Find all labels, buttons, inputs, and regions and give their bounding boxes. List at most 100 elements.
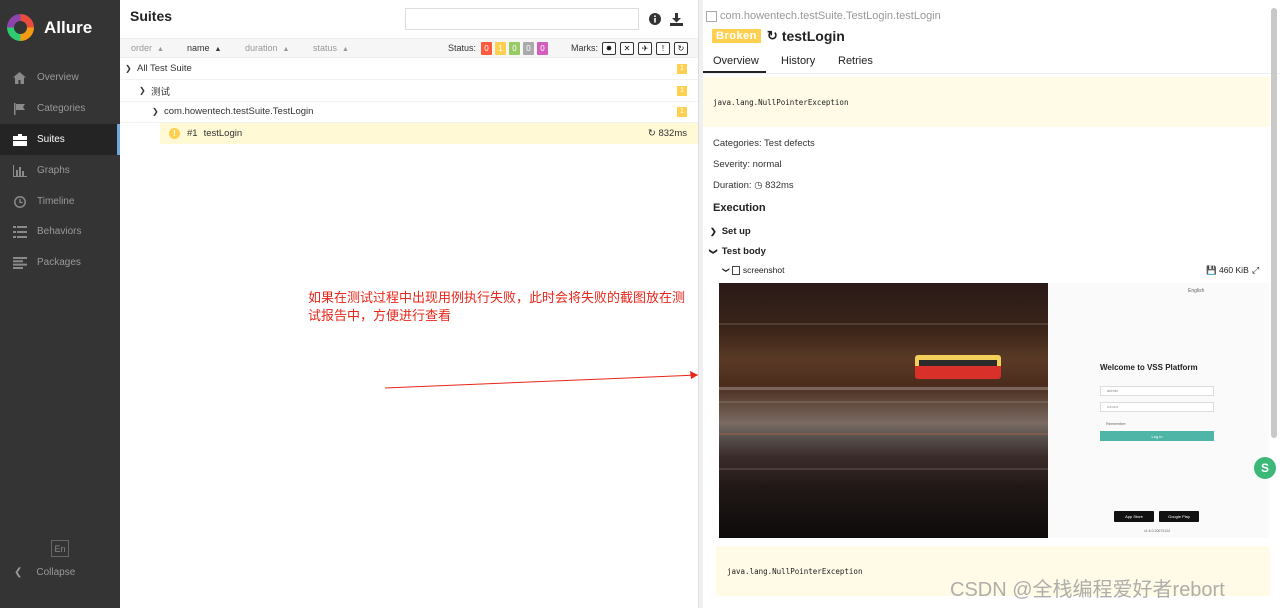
bus-image (915, 355, 1001, 379)
flag-icon (12, 102, 27, 115)
test-title: testLogin (781, 28, 845, 44)
tab-retries[interactable]: Retries (838, 55, 873, 67)
detail-tabs: Overview History Retries (703, 52, 1280, 74)
download-icon[interactable] (669, 12, 683, 26)
chevron-down-icon: ❯ (125, 64, 132, 73)
marks-filter-label: Marks: (571, 43, 598, 53)
chevron-down-icon: ❯ (139, 86, 146, 95)
broken-count-badge: 1 (677, 106, 687, 117)
new-passed-mark-icon[interactable]: ! (656, 42, 670, 55)
sort-duration[interactable]: duration ▲ (245, 43, 289, 53)
sidebar-item-categories[interactable]: Categories (0, 93, 120, 124)
status-unknown-toggle[interactable]: 0 (537, 42, 548, 55)
sidebar-item-label: Timeline (37, 196, 75, 207)
status-skipped-toggle[interactable]: 0 (523, 42, 534, 55)
sidebar-item-label: Overview (37, 72, 79, 83)
broken-count-badge: 1 (677, 63, 687, 74)
sort-icon: ▲ (342, 46, 349, 53)
image-file-icon (731, 265, 740, 275)
chevron-left-icon: ❮ (14, 567, 23, 578)
list-icon (12, 225, 27, 238)
active-tab-indicator (703, 71, 766, 73)
tree-node-label: com.howentech.testSuite.TestLogin (164, 106, 314, 117)
sidebar-item-label: Behaviors (37, 226, 82, 237)
test-case-number: #1 (187, 128, 198, 139)
allure-logo[interactable]: Allure (7, 14, 92, 41)
collapse-button[interactable]: ❮ Collapse (14, 567, 75, 578)
sidebar-item-suites[interactable]: Suites (0, 124, 120, 155)
briefcase-icon (12, 133, 27, 146)
duration-text: Duration: ◷ 832ms (713, 180, 794, 191)
flaky-mark-icon[interactable]: ✸ (602, 42, 616, 55)
retries-mark-icon[interactable]: ↻ (674, 42, 688, 55)
new-broken-mark-icon[interactable]: ✈ (638, 42, 652, 55)
attachment-name: screenshot (742, 265, 785, 275)
collapse-label: Collapse (36, 567, 76, 578)
status-badge: Broken (712, 29, 761, 43)
language-button[interactable]: En (51, 540, 69, 557)
retry-icon: ↻ (647, 128, 656, 139)
sidebar-item-label: Categories (37, 103, 86, 114)
test-case-row[interactable]: ! #1 testLogin ↻ 832ms (160, 123, 698, 144)
annotation-text: 如果在测试过程中出现用例执行失败，此时会将失败的截图放在测试报告中，方便进行查看 (308, 290, 686, 323)
sort-order[interactable]: order ▲︎ (131, 43, 164, 53)
test-case-duration: ↻ 832ms (647, 128, 687, 139)
status-broken-toggle[interactable]: 1 (495, 42, 506, 55)
severity-text: Severity: normal (713, 159, 782, 170)
fullscreen-icon[interactable]: ⤢ (1252, 265, 1259, 276)
sidebar-item-label: Packages (37, 257, 81, 268)
new-failed-mark-icon[interactable]: ✕ (620, 42, 634, 55)
status-failed-toggle[interactable]: 0 (481, 42, 492, 55)
sort-icon: ▲︎ (157, 46, 164, 53)
sidebar-item-label: Suites (37, 134, 65, 145)
sidebar-item-packages[interactable]: Packages (0, 247, 120, 278)
breadcrumb: com.howentech.testSuite.TestLogin.testLo… (706, 10, 941, 22)
screenshot-login-form: English Welcome to VSS Platform admin ••… (1048, 283, 1269, 538)
sidebar-item-behaviors[interactable]: Behaviors (0, 216, 120, 247)
clock-icon (12, 195, 27, 208)
bar-chart-icon (12, 164, 27, 177)
screenshot-background-image (719, 283, 1048, 538)
categories-text: Categories: Test defects (713, 138, 815, 149)
tree-node-label: 测试 (151, 86, 171, 98)
sort-name[interactable]: name ▲ (187, 43, 221, 53)
test-detail-panel: com.howentech.testSuite.TestLogin.testLo… (703, 0, 1280, 608)
tree-node-label: All Test Suite (137, 63, 192, 74)
tree-node-testlogin-class[interactable]: ❯ com.howentech.testSuite.TestLogin 1 (120, 101, 698, 123)
status-passed-toggle[interactable]: 0 (509, 42, 520, 55)
broken-count-badge: 1 (677, 85, 687, 96)
attachment-row[interactable]: ❯ screenshot (722, 265, 785, 275)
attachment-size: 💾 460 KiB (1206, 265, 1249, 275)
setup-section[interactable]: ❯ Set up (710, 226, 751, 237)
chevron-down-icon: ❯ (708, 248, 718, 255)
app-name: Allure (44, 17, 93, 37)
execution-heading: Execution (713, 202, 766, 214)
allure-logo-icon (7, 14, 34, 41)
chevron-down-icon: ❯ (152, 107, 159, 116)
tab-overview[interactable]: Overview (713, 55, 759, 67)
sidebar-item-label: Graphs (37, 165, 70, 176)
sort-icon: ▲ (282, 46, 290, 53)
home-icon (12, 71, 27, 84)
detail-scrollbar[interactable] (1271, 8, 1277, 438)
sort-icon: ▲ (214, 46, 222, 53)
sidebar-item-timeline[interactable]: Timeline (0, 186, 120, 217)
exception-message[interactable]: java.lang.NullPointerException (703, 77, 1270, 127)
sidebar-item-graphs[interactable]: Graphs (0, 155, 120, 186)
tab-history[interactable]: History (781, 55, 815, 67)
test-body-section[interactable]: ❯ Test body (708, 246, 766, 257)
broken-status-icon: ! (169, 128, 180, 139)
sidebar-item-overview[interactable]: Overview (0, 62, 120, 93)
tree-node-test[interactable]: ❯ 测试 1 (120, 80, 698, 102)
clock-icon: ◷ (754, 180, 763, 191)
sort-bar: order ▲︎ name ▲ duration ▲ status ▲ Status: … (120, 38, 698, 58)
copy-icon[interactable] (706, 10, 717, 22)
floating-assistant-icon[interactable]: S (1254, 457, 1276, 479)
search-input[interactable] (405, 8, 639, 30)
screenshot-attachment[interactable]: English Welcome to VSS Platform admin ••… (719, 283, 1269, 538)
annotation-arrow (384, 371, 699, 389)
sort-status[interactable]: status ▲ (313, 43, 349, 53)
status-filter-label: Status: (448, 43, 477, 53)
info-icon[interactable] (648, 12, 662, 26)
tree-node-all-test-suite[interactable]: ❯ All Test Suite 1 (120, 58, 698, 80)
